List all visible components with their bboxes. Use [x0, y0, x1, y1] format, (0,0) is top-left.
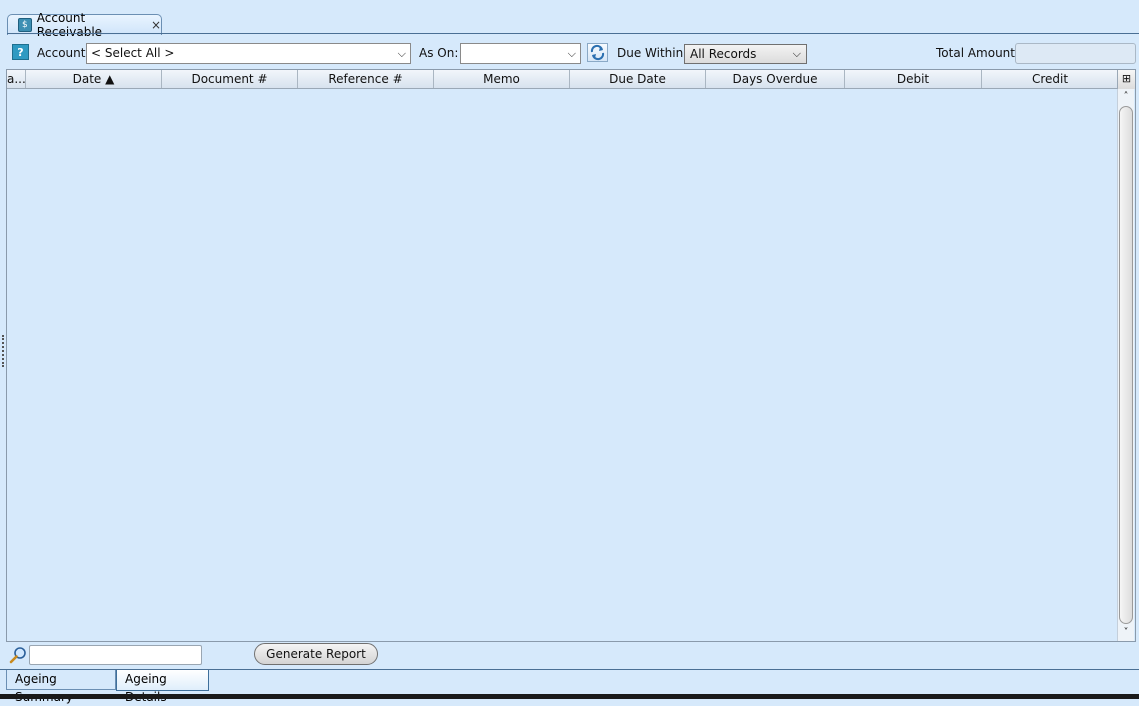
due-within-value: All Records — [690, 47, 757, 61]
refresh-icon[interactable] — [587, 43, 608, 62]
splitter-handle[interactable] — [2, 335, 5, 367]
column-header-credit[interactable]: Credit — [982, 70, 1118, 88]
scroll-down-icon[interactable]: ˅ — [1118, 625, 1134, 641]
scroll-up-icon[interactable]: ˄ — [1118, 89, 1134, 105]
column-header-memo[interactable]: Memo — [434, 70, 570, 88]
total-amount-field — [1015, 43, 1136, 64]
as-on-label: As On: — [419, 46, 459, 60]
column-header-a[interactable]: a... — [7, 70, 26, 88]
taskbar-strip — [0, 694, 1139, 699]
tab-title: Account Receivable — [36, 11, 103, 39]
chevron-down-icon: ⌵ — [397, 47, 406, 60]
grid-header: a... Date ▲ Document # Reference # Memo … — [7, 70, 1118, 89]
document-icon: $ — [18, 18, 32, 32]
vertical-scrollbar[interactable]: ˄ ˅ — [1117, 89, 1134, 641]
generate-report-button[interactable]: Generate Report — [254, 643, 378, 665]
tab-divider — [7, 33, 1139, 34]
due-within-label: Due Within: — [617, 46, 688, 60]
column-header-document[interactable]: Document # — [162, 70, 298, 88]
ageing-details-grid[interactable]: a... Date ▲ Document # Reference # Memo … — [6, 69, 1136, 642]
column-header-debit[interactable]: Debit — [845, 70, 982, 88]
search-icon[interactable] — [9, 646, 27, 664]
tab-account-receivable[interactable]: $ Account Receivable × — [7, 11, 162, 39]
column-header-days-overdue[interactable]: Days Overdue — [706, 70, 845, 88]
search-input[interactable] — [29, 645, 202, 665]
column-header-date[interactable]: Date ▲ — [26, 70, 162, 88]
chevron-down-icon: ⌵ — [567, 47, 576, 60]
scroll-thumb[interactable] — [1119, 106, 1133, 624]
tab-ageing-summary[interactable]: Ageing Summary — [6, 670, 116, 704]
column-header-due-date[interactable]: Due Date — [570, 70, 706, 88]
account-label: Account: — [37, 46, 90, 60]
account-select[interactable]: < Select All > ⌵ — [86, 43, 411, 64]
chevron-down-icon: ⌵ — [792, 47, 801, 60]
column-chooser-icon[interactable]: ⊞ — [1117, 70, 1135, 89]
tab-ageing-details[interactable]: Ageing Details — [116, 670, 209, 704]
due-within-select[interactable]: All Records ⌵ — [684, 44, 807, 64]
account-select-value: < Select All > — [91, 46, 175, 60]
close-icon[interactable]: × — [151, 18, 161, 32]
column-header-reference[interactable]: Reference # — [298, 70, 434, 88]
total-amount-label: Total Amount — [936, 46, 1015, 60]
help-button[interactable]: ? — [12, 44, 29, 60]
as-on-date-select[interactable]: ⌵ — [460, 43, 581, 64]
